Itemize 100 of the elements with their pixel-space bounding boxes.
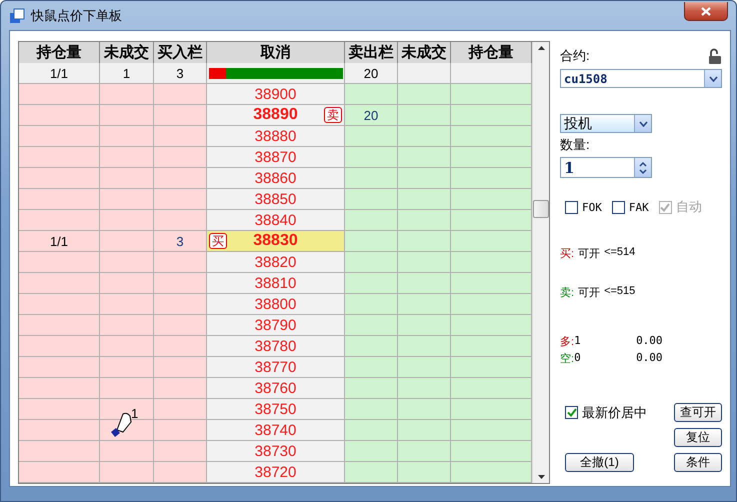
table-cell: [100, 105, 154, 126]
table-cell: [345, 399, 398, 420]
position-value: 0.00: [636, 334, 663, 349]
position-count: 1: [574, 334, 582, 349]
table-cell: [100, 84, 154, 105]
table-cell: [345, 84, 398, 105]
table-cell: [100, 378, 154, 399]
column-header[interactable]: 持仓量: [19, 42, 100, 64]
price-label: 38730: [254, 442, 298, 460]
cancel-all-button[interactable]: 全撤(1): [565, 453, 634, 472]
price-cell[interactable]: 38840: [207, 210, 345, 231]
price-cell[interactable]: 38790: [207, 315, 345, 336]
table-cell: 3: [154, 63, 207, 84]
table-cell: [154, 210, 207, 231]
current-price-cell[interactable]: 买 38830: [207, 231, 345, 252]
table-cell: [154, 378, 207, 399]
table-cell: [100, 315, 154, 336]
price-cell[interactable]: 38740: [207, 420, 345, 441]
contract-label: 合约:: [560, 47, 590, 65]
table-cell: 1/1: [19, 231, 100, 252]
check-button[interactable]: 查可开: [674, 403, 722, 422]
price-cell[interactable]: 38850: [207, 189, 345, 210]
status-text: 可开: [578, 286, 600, 300]
side-label: 买:: [560, 247, 574, 261]
close-button[interactable]: [684, 2, 728, 21]
price-cell[interactable]: 38800: [207, 294, 345, 315]
hand-cursor-icon: [109, 410, 133, 438]
condition-button[interactable]: 条件: [674, 453, 722, 472]
table-cell: 1: [100, 63, 154, 84]
table-cell: [100, 210, 154, 231]
table-cell: [345, 147, 398, 168]
column-header[interactable]: 卖出栏: [345, 42, 398, 64]
table-cell: [345, 315, 398, 336]
table-cell: [398, 336, 451, 357]
limit-text: <=514: [604, 246, 636, 260]
price-cell[interactable]: 38770: [207, 357, 345, 378]
buy-marker: 买: [209, 233, 227, 249]
table-cell: [398, 315, 451, 336]
price-label: 38820: [254, 254, 298, 270]
quantity-spinner[interactable]: 1: [560, 157, 652, 178]
table-cell: [100, 147, 154, 168]
price-cell[interactable]: 38890 卖: [207, 105, 345, 126]
sell-marker: 卖: [324, 107, 342, 123]
table-cell: [345, 231, 398, 252]
price-cell[interactable]: 38900: [207, 84, 345, 105]
side-label: 多:: [560, 335, 574, 349]
table-cell: [398, 273, 451, 294]
option-label: 自动: [676, 198, 702, 216]
table-cell: [345, 357, 398, 378]
quantity-label: 数量:: [560, 136, 591, 154]
column-header[interactable]: 未成交: [398, 42, 451, 64]
price-cell[interactable]: 38820: [207, 252, 345, 273]
price-label: 38790: [254, 316, 298, 334]
checkbox[interactable]: [612, 200, 625, 214]
price-cell[interactable]: 38860: [207, 168, 345, 189]
scroll-thumb[interactable]: [533, 200, 549, 218]
checkbox[interactable]: [565, 406, 578, 419]
price-label: 38720: [254, 464, 298, 480]
price-label: 38800: [254, 296, 298, 312]
table-cell: [398, 357, 451, 378]
table-cell: [154, 441, 207, 462]
checkbox[interactable]: [565, 200, 578, 214]
table-cell: [345, 273, 398, 294]
position-value: 0.00: [636, 351, 663, 366]
table-cell: [100, 294, 154, 315]
price-cell[interactable]: 38780: [207, 336, 345, 357]
table-cell: 3: [154, 231, 207, 252]
column-header[interactable]: 未成交: [100, 42, 154, 64]
table-cell: [398, 231, 451, 252]
column-header[interactable]: 持仓量: [451, 42, 532, 64]
option-label: 最新价居中: [582, 404, 647, 422]
hedge-dropdown[interactable]: 投机: [560, 114, 652, 133]
column-header[interactable]: 买入栏: [154, 42, 207, 64]
table-cell: [100, 126, 154, 147]
table-cell: [398, 420, 451, 441]
scrollbar[interactable]: [532, 42, 549, 483]
price-cell[interactable]: 38870: [207, 147, 345, 168]
table-cell: [398, 294, 451, 315]
reset-button[interactable]: 复位: [674, 428, 722, 447]
price-cell[interactable]: 38880: [207, 126, 345, 147]
table-cell: [398, 105, 451, 126]
table-cell: [154, 168, 207, 189]
position-count: 0: [574, 351, 582, 366]
price-cell[interactable]: 38730: [207, 441, 345, 462]
price-label: 38770: [254, 358, 298, 376]
table-cell: [398, 462, 451, 483]
table-cell: [100, 231, 154, 252]
table-cell: [398, 441, 451, 462]
table-cell: [345, 462, 398, 483]
spin-arrows-icon: [639, 160, 647, 174]
price-cell[interactable]: 38720: [207, 462, 345, 483]
table-cell: [154, 336, 207, 357]
price-cell[interactable]: 38760: [207, 378, 345, 399]
contract-dropdown[interactable]: cu1508: [560, 69, 722, 88]
side-label: 卖:: [560, 286, 574, 300]
table-cell: [154, 357, 207, 378]
price-cell[interactable]: 38750: [207, 399, 345, 420]
price-cell[interactable]: 38810: [207, 273, 345, 294]
column-header[interactable]: 取消: [207, 42, 345, 64]
table-cell: [100, 441, 154, 462]
